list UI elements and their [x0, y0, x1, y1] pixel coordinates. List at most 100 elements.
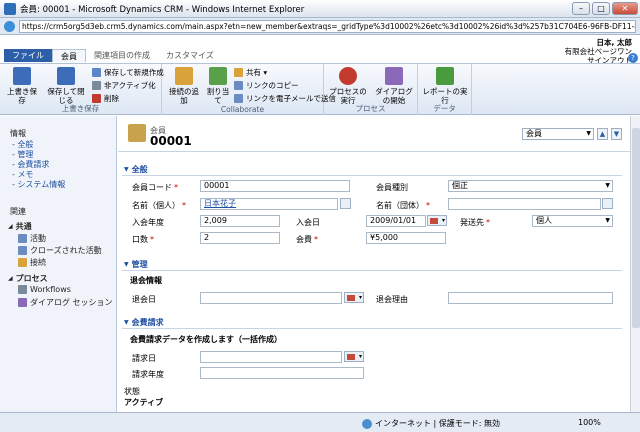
address-bar: https://crm5org5d3eb.crm5.dynamics.com/m…: [0, 18, 640, 35]
browser-status-bar: インターネット | 保護モード: 無効 100%: [0, 412, 640, 432]
save-close-icon: [57, 67, 75, 85]
calendar-icon[interactable]: ▾: [344, 351, 364, 362]
send-to-select[interactable]: 個人 ▼: [532, 215, 613, 227]
scrollbar-thumb[interactable]: [632, 128, 640, 328]
run-process-button[interactable]: プロセスの実行: [326, 67, 370, 105]
ribbon-group-label: データ: [433, 104, 456, 113]
bill-date-label: 請求日: [132, 354, 156, 363]
record-title: 00001: [150, 134, 192, 148]
leave-date-label: 退会日: [132, 295, 156, 304]
calendar-icon[interactable]: ▾: [427, 215, 447, 226]
workflows-icon: [18, 285, 27, 294]
ribbon-tab-bar: ファイル 会員 関連項目の作成 カスタマイズ 日本, 太郎 有限会社ベージワン …: [0, 35, 640, 65]
minimize-button[interactable]: –: [572, 2, 590, 15]
record-status: 状態 アクティブ: [124, 386, 163, 408]
ribbon-group-label: 上書き保存: [61, 104, 100, 113]
email-link-icon: [234, 94, 243, 103]
section-divider: [122, 270, 622, 271]
email-link-button[interactable]: リンクを電子メールで送信: [234, 93, 336, 104]
section-divider: [122, 328, 622, 329]
nav-item-connections[interactable]: 接続: [18, 257, 46, 268]
window-title: 会員: 00001 - Microsoft Dynamics CRM - Win…: [20, 4, 305, 15]
next-record-icon[interactable]: ▼: [611, 128, 622, 140]
save-new-button[interactable]: 保存して新規作成: [92, 67, 164, 78]
tab-create-related[interactable]: 関連項目の作成: [86, 49, 158, 62]
lookup-icon[interactable]: [340, 198, 351, 209]
units-field[interactable]: 2: [200, 232, 280, 244]
section-admin-header[interactable]: ▼ 管理: [124, 259, 148, 270]
tab-customize[interactable]: カスタマイズ: [158, 49, 222, 62]
save-icon: [13, 67, 31, 85]
window-titlebar: 会員: 00001 - Microsoft Dynamics CRM - Win…: [0, 0, 640, 18]
name-personal-label: 名前（個人） *: [132, 201, 186, 210]
start-dialog-button[interactable]: ダイアログの開始: [372, 67, 416, 105]
leave-reason-field[interactable]: [448, 292, 613, 304]
tab-member[interactable]: 会員: [52, 49, 86, 62]
join-year-label: 入会年度: [132, 218, 164, 227]
nav-process-section[interactable]: ◢ プロセス: [8, 273, 48, 284]
leave-date-field[interactable]: [200, 292, 342, 304]
closed-activities-icon: [18, 246, 27, 255]
bill-year-label: 請求年度: [132, 370, 164, 379]
deactivate-button[interactable]: 非アクティブ化: [92, 80, 156, 91]
add-connection-button[interactable]: 接続の追加: [166, 67, 202, 105]
fee-field[interactable]: ¥5,000: [366, 232, 446, 244]
units-label: 口数 *: [132, 235, 154, 244]
save-button[interactable]: 上書き保存: [6, 67, 38, 105]
vertical-scrollbar[interactable]: [630, 116, 640, 412]
nav-item-activities[interactable]: 活動: [18, 233, 46, 244]
nav-item-dialog-sessions[interactable]: ダイアログ セッション: [18, 297, 113, 308]
form-body: ▼ 全般 会員コード * 00001 会員種別 個正 ▼ 名前（個人） * 日本花子 名…: [118, 153, 630, 412]
fee-label: 会費 *: [296, 235, 318, 244]
save-new-icon: [92, 68, 101, 77]
globe-icon: [362, 418, 372, 429]
assign-button[interactable]: 割り当て: [204, 67, 232, 105]
join-year-field[interactable]: 2,009: [200, 215, 280, 227]
join-date-field[interactable]: 2009/01/01: [366, 215, 426, 227]
status-value: アクティブ: [124, 398, 164, 407]
org-name: 有限会社ベージワン: [564, 47, 632, 56]
nav-common-section[interactable]: ◢ 共通: [8, 221, 32, 232]
maximize-button[interactable]: □: [592, 2, 610, 15]
connection-icon: [175, 67, 193, 85]
bill-date-field[interactable]: [200, 351, 342, 363]
member-code-field[interactable]: 00001: [200, 180, 350, 192]
bill-year-field[interactable]: [200, 367, 364, 379]
dialog-icon: [385, 67, 403, 85]
calendar-icon[interactable]: ▾: [344, 292, 364, 303]
dialog-sessions-icon: [18, 298, 27, 307]
name-group-label: 名前（団体） *: [376, 201, 430, 210]
zoom-level[interactable]: 100%: [578, 418, 601, 427]
member-type-select[interactable]: 個正 ▼: [448, 180, 613, 192]
name-group-lookup[interactable]: [448, 198, 601, 210]
section-billing-header[interactable]: ▼ 会費請求: [124, 317, 164, 328]
previous-record-icon[interactable]: ▲: [597, 128, 608, 140]
tab-file[interactable]: ファイル: [4, 49, 52, 62]
lookup-icon[interactable]: [602, 198, 613, 209]
share-button[interactable]: 共有 ▾: [234, 67, 267, 78]
page-icon: [4, 20, 15, 32]
ribbon: 上書き保存 保存して閉じる 保存して新規作成 非アクティブ化 削除 上書き保存 …: [0, 63, 640, 115]
ribbon-group-collaborate: 接続の追加 割り当て 共有 ▾ リンクのコピー リンクを電子メールで送信 Col…: [162, 64, 336, 115]
copy-link-button[interactable]: リンクのコピー: [234, 80, 299, 91]
help-icon[interactable]: ?: [628, 53, 638, 63]
url-field[interactable]: https://crm5org5d3eb.crm5.dynamics.com/m…: [19, 19, 636, 33]
nav-item-workflows[interactable]: Workflows: [18, 285, 71, 294]
form-selector[interactable]: 会員 ▼: [522, 128, 594, 140]
save-close-button[interactable]: 保存して閉じる: [44, 67, 88, 105]
status-label: 状態: [124, 387, 140, 396]
form-header: 会員 00001 会員 ▼ ▲ ▼: [118, 116, 630, 152]
deactivate-icon: [92, 81, 101, 90]
security-zone: インターネット | 保護モード: 無効: [362, 418, 500, 429]
report-icon: [436, 67, 454, 85]
link-icon: [234, 81, 243, 90]
nav-item-system-info[interactable]: - システム情報: [12, 179, 65, 190]
close-button[interactable]: ✕: [612, 2, 638, 15]
chevron-down-icon: ▼: [586, 130, 591, 137]
nav-item-closed-activities[interactable]: クローズされた活動: [18, 245, 102, 256]
run-report-button[interactable]: レポートの実行: [420, 67, 470, 105]
leave-reason-label: 退会理由: [376, 295, 408, 304]
collapse-triangle-icon: ◢: [8, 275, 13, 282]
section-general-header[interactable]: ▼ 全般: [124, 164, 148, 175]
name-personal-lookup[interactable]: 日本花子: [200, 198, 338, 210]
